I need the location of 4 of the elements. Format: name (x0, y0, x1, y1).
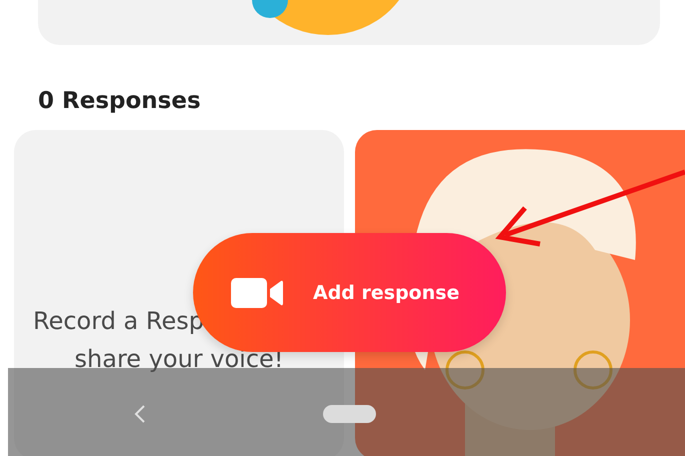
back-icon[interactable] (134, 405, 146, 423)
home-handle-icon[interactable] (323, 405, 376, 423)
video-camera-icon (231, 278, 283, 308)
responses-heading: 0 Responses (38, 87, 202, 115)
